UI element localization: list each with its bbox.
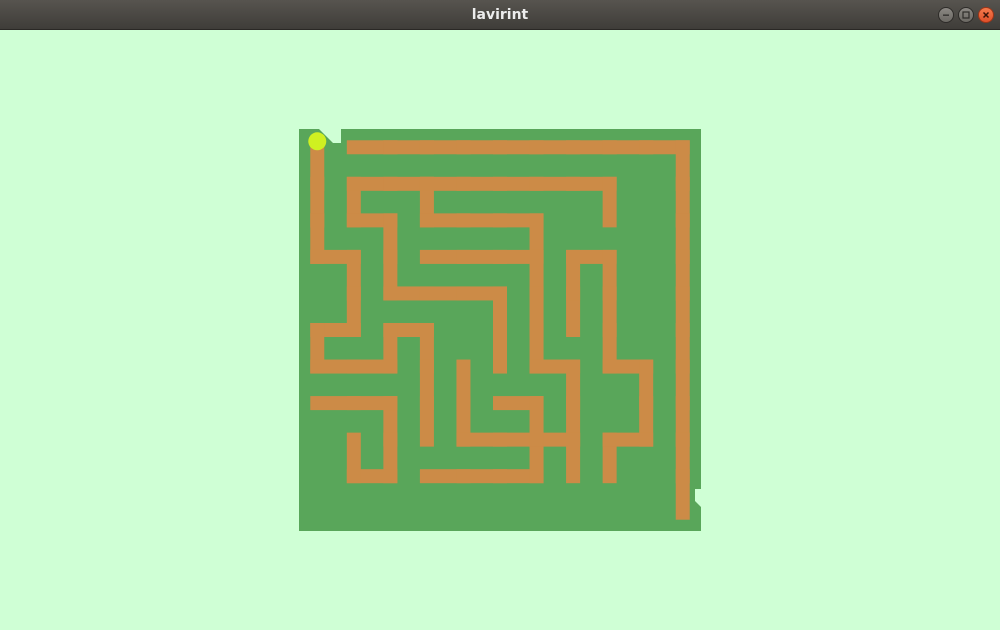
close-button[interactable] xyxy=(978,7,994,23)
maze-corridor-segment xyxy=(675,469,690,520)
maze-corridor-segment xyxy=(493,323,507,374)
maze-board[interactable] xyxy=(0,30,1000,630)
maze-corridor-segment xyxy=(493,249,544,264)
maze-corridor-segment xyxy=(419,396,434,447)
maze-corridor-segment xyxy=(346,359,398,374)
maze-corridor-segment xyxy=(529,396,544,447)
maze-corridor-segment xyxy=(602,176,617,228)
maze-corridor-segment xyxy=(566,432,581,484)
maze-corridor-segment xyxy=(346,396,398,411)
close-icon xyxy=(982,11,990,19)
player-token[interactable] xyxy=(308,132,327,151)
window-titlebar[interactable]: lavirint xyxy=(0,0,1000,30)
minimize-button[interactable] xyxy=(938,7,954,23)
game-canvas[interactable] xyxy=(0,30,1000,630)
maximize-button[interactable] xyxy=(958,7,974,23)
maze-corridor-segment xyxy=(346,432,361,484)
window-title: lavirint xyxy=(471,7,529,23)
minimize-icon xyxy=(943,14,949,16)
maze-corridor-segment xyxy=(602,432,654,447)
maximize-icon xyxy=(962,11,970,19)
